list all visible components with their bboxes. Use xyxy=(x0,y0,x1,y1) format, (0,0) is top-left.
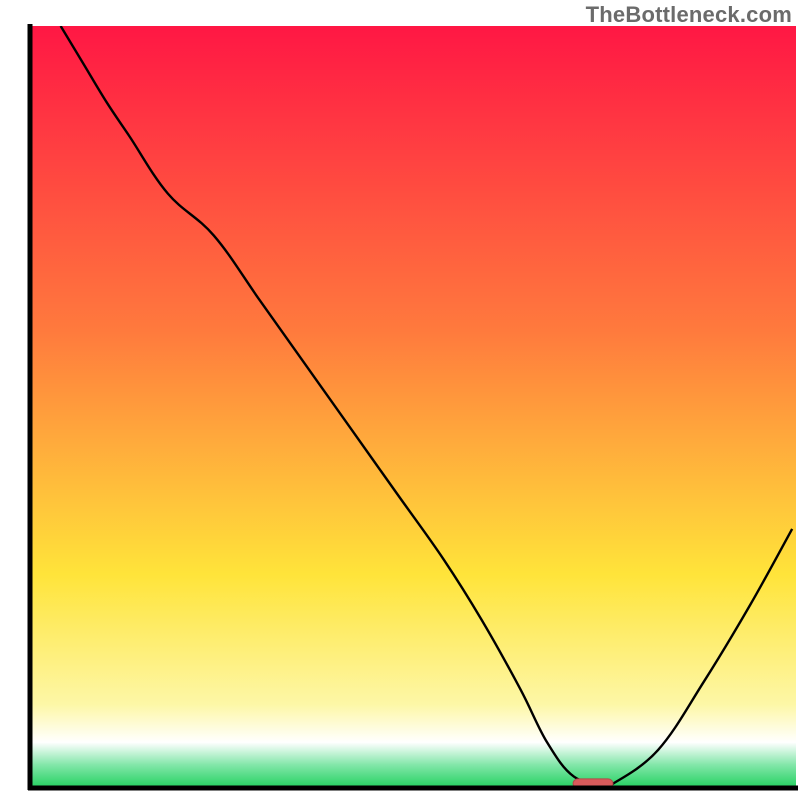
chart-background xyxy=(30,26,796,788)
chart-container: TheBottleneck.com xyxy=(0,0,800,800)
watermark-text: TheBottleneck.com xyxy=(586,2,792,28)
bottleneck-chart xyxy=(0,0,800,800)
